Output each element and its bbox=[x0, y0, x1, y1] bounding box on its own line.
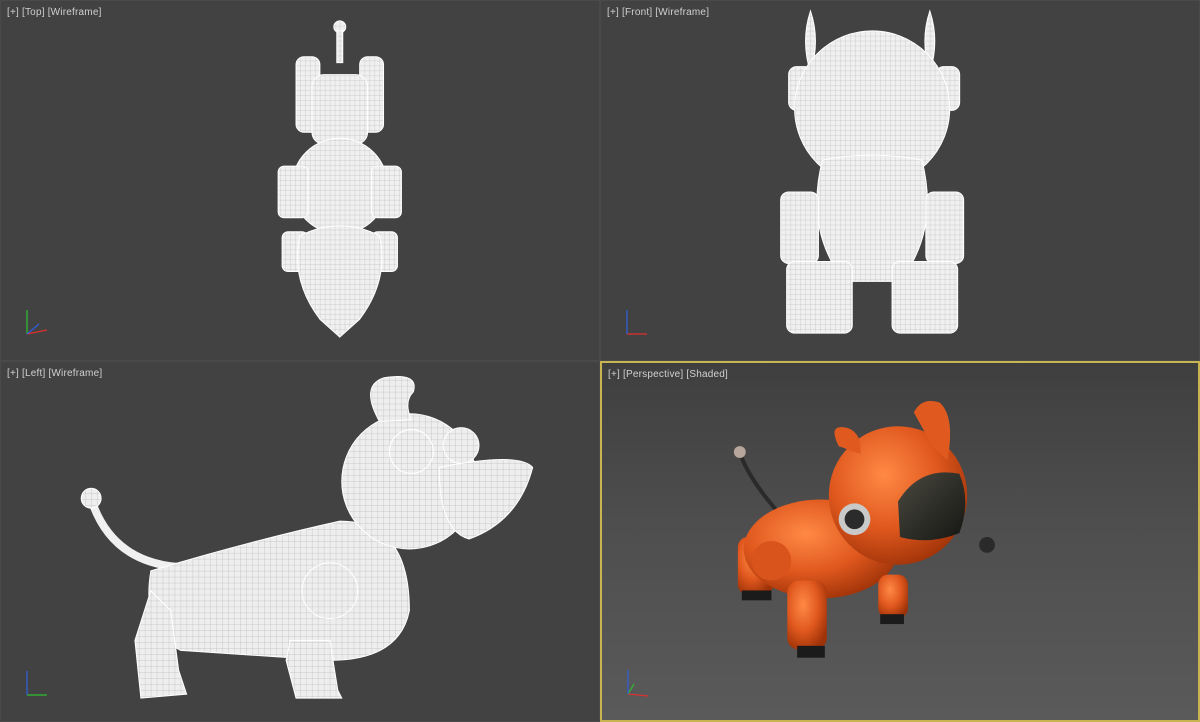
viewport-grid: [+] [Top] [Wireframe] [+] [Front] [Wiref… bbox=[0, 0, 1200, 722]
shading-mode-button[interactable]: [Wireframe] bbox=[48, 368, 102, 379]
axis-tripod-icon bbox=[626, 310, 647, 335]
viewport-front[interactable]: [+] [Front] [Wireframe] bbox=[600, 0, 1200, 361]
robot-dog-top-wireframe bbox=[277, 20, 402, 338]
view-label-button[interactable]: [Perspective] bbox=[623, 369, 683, 380]
shading-mode-button[interactable]: [Wireframe] bbox=[48, 7, 102, 18]
axis-tripod-icon bbox=[627, 670, 649, 697]
viewport-label-top: [+] [Top] [Wireframe] bbox=[7, 7, 105, 18]
robot-dog-left-wireframe bbox=[80, 376, 534, 699]
view-label-button[interactable]: [Top] bbox=[22, 7, 45, 18]
viewport-perspective[interactable]: [+] [Perspective] [Shaded] bbox=[600, 361, 1200, 722]
shading-mode-button[interactable]: [Shaded] bbox=[686, 369, 728, 380]
viewport-left[interactable]: [+] [Left] [Wireframe] bbox=[0, 361, 600, 722]
shading-mode-button[interactable]: [Wireframe] bbox=[655, 7, 709, 18]
viewport-menu-button[interactable]: [+] bbox=[607, 7, 619, 18]
viewport-top[interactable]: [+] [Top] [Wireframe] bbox=[0, 0, 600, 361]
viewport-menu-button[interactable]: [+] bbox=[608, 369, 620, 380]
view-label-button[interactable]: [Left] bbox=[22, 368, 45, 379]
viewport-label-left: [+] [Left] [Wireframe] bbox=[7, 368, 105, 379]
viewport-menu-button[interactable]: [+] bbox=[7, 368, 19, 379]
robot-dog-front-wireframe bbox=[780, 9, 965, 334]
axis-tripod-icon bbox=[26, 671, 47, 696]
view-label-button[interactable]: [Front] bbox=[622, 7, 652, 18]
robot-dog-perspective-shaded bbox=[733, 400, 995, 658]
viewport-menu-button[interactable]: [+] bbox=[7, 7, 19, 18]
viewport-label-perspective: [+] [Perspective] [Shaded] bbox=[608, 369, 731, 380]
viewport-label-front: [+] [Front] [Wireframe] bbox=[607, 7, 712, 18]
axis-tripod-icon bbox=[26, 310, 48, 335]
